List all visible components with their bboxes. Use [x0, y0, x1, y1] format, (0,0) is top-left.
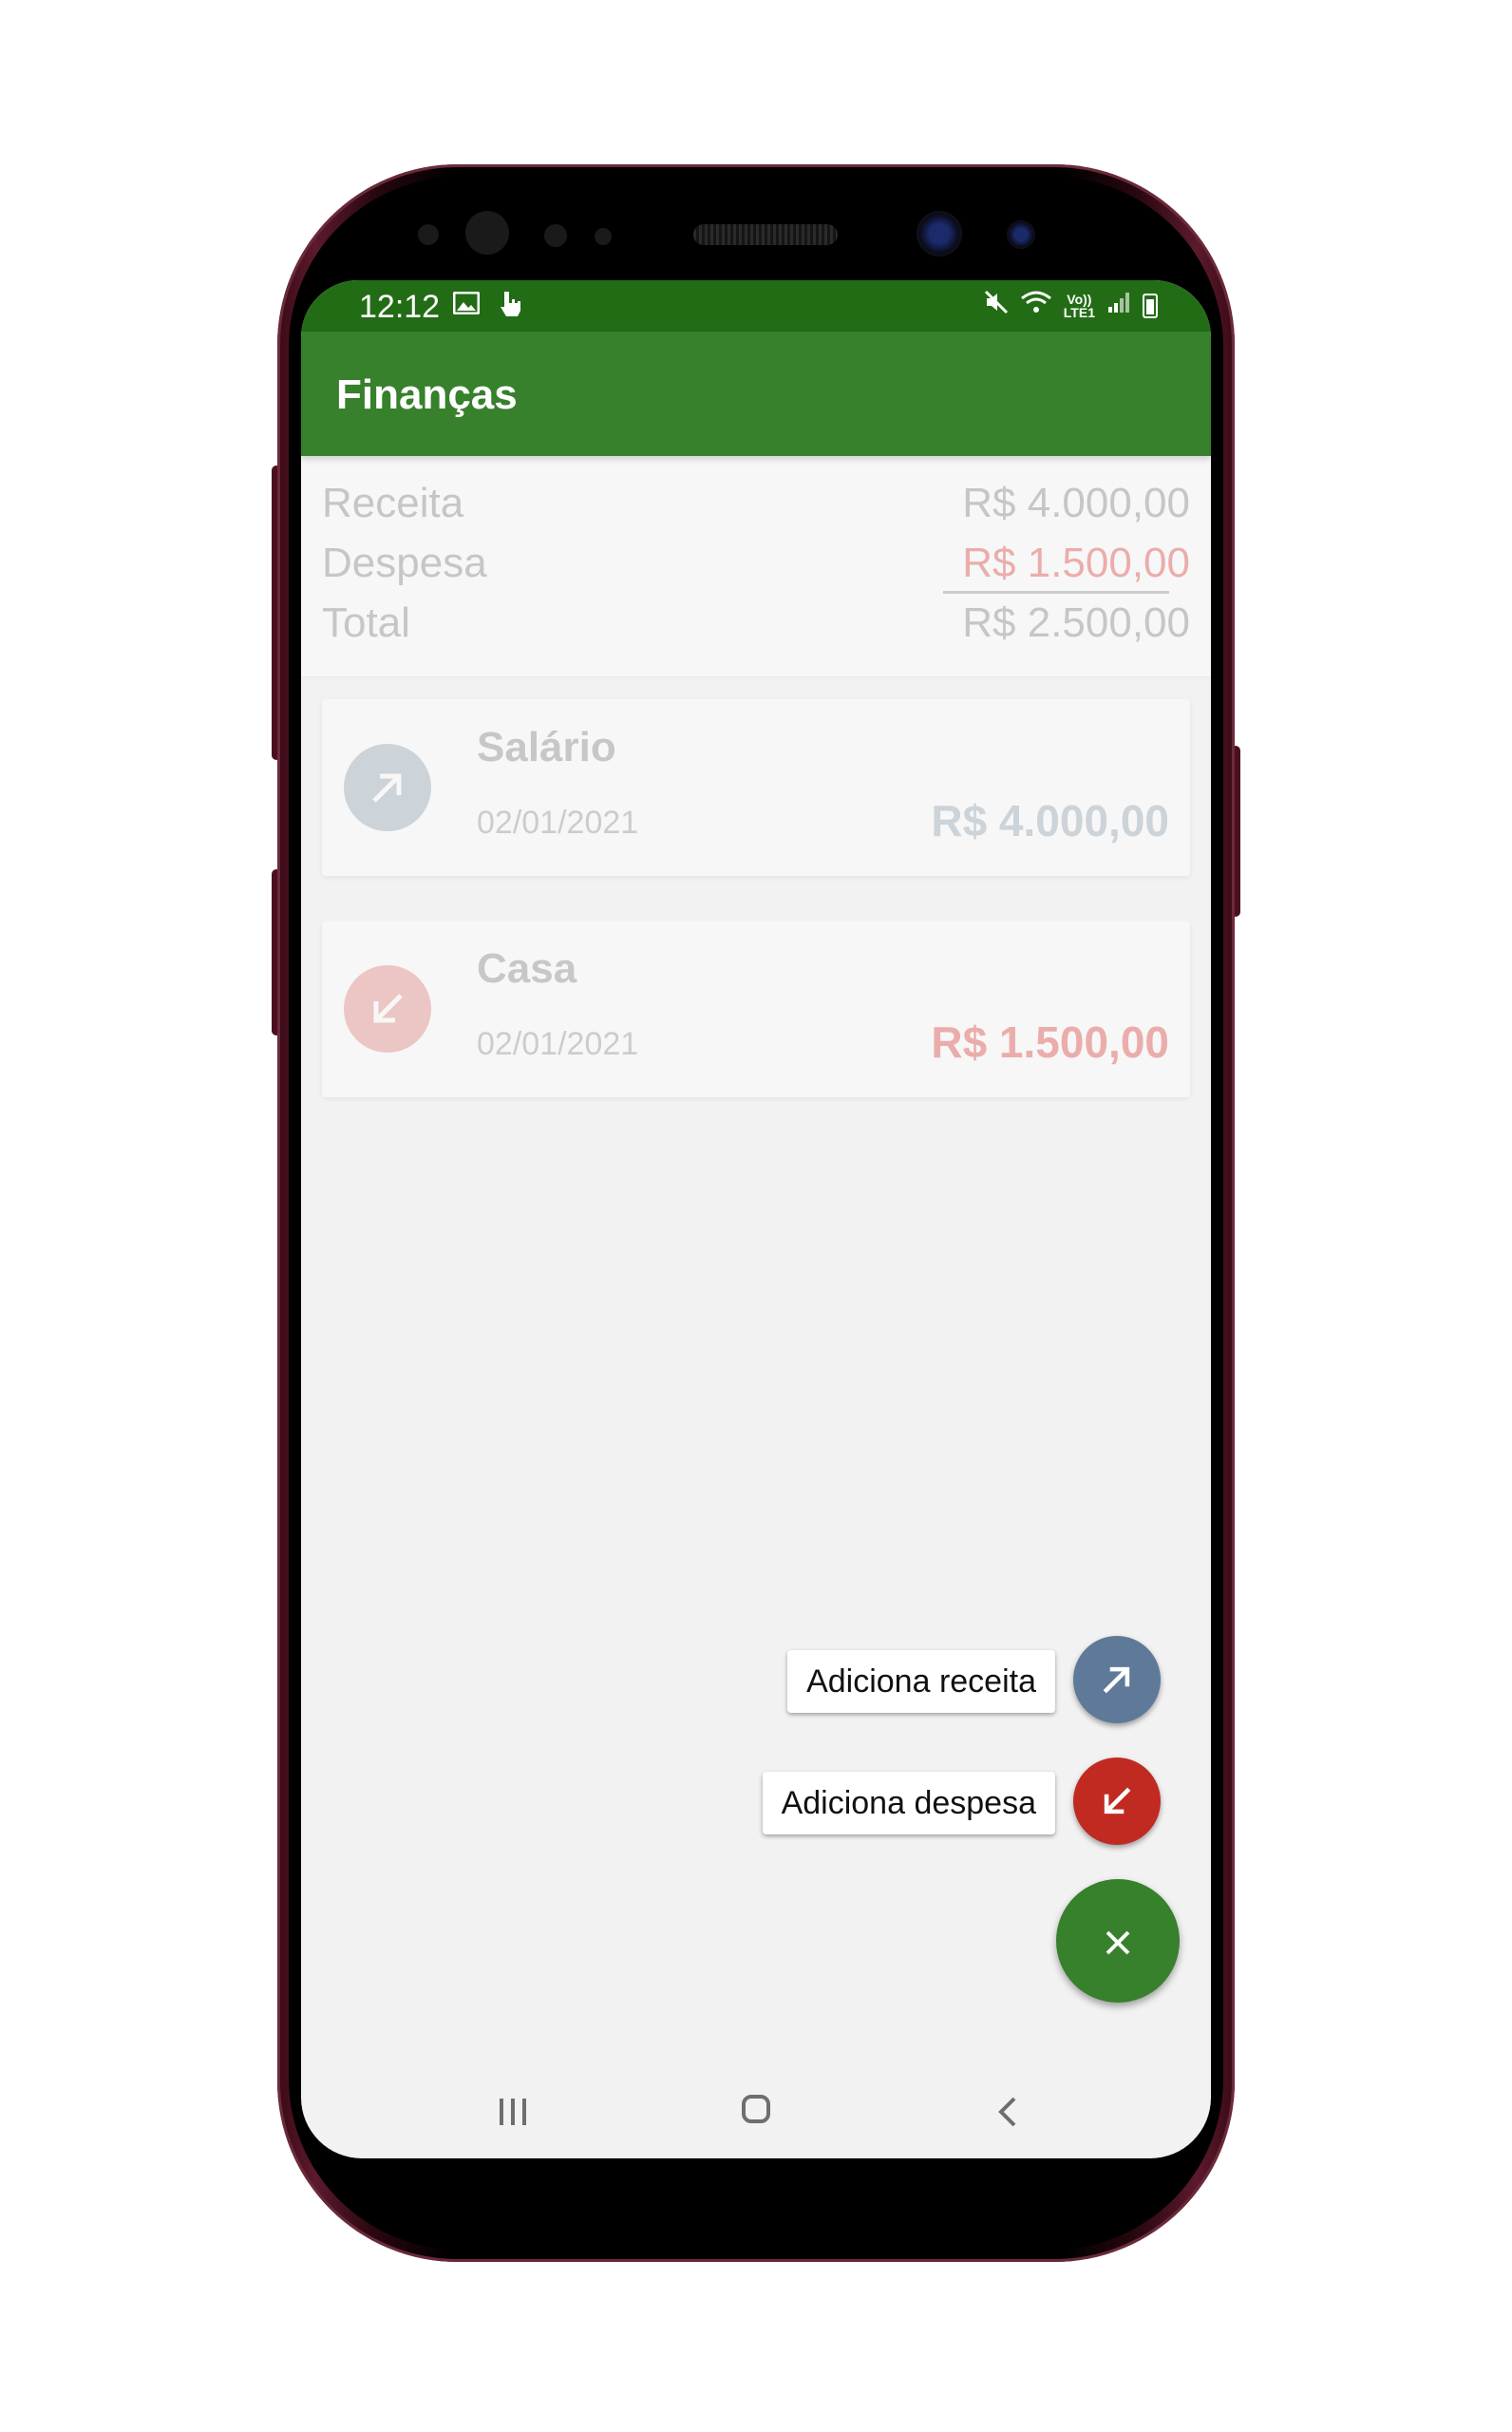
battery-icon — [1143, 294, 1158, 318]
touch-icon — [497, 290, 521, 326]
expense-value: R$ 1.500,00 — [962, 540, 1190, 586]
transaction-card-income[interactable]: Salário 02/01/2021 R$ 4.000,00 — [322, 699, 1190, 876]
add-income-button[interactable] — [1073, 1636, 1161, 1723]
led-sensor — [595, 228, 612, 245]
summary-expense-row: Despesa R$ 1.500,00 — [322, 535, 1190, 592]
home-button[interactable] — [728, 2085, 784, 2138]
income-label: Receita — [322, 480, 464, 526]
screen: 12:12 Vo)) LTE1 Finanças Receita R$ 4.00… — [301, 280, 1211, 2158]
recents-button[interactable] — [484, 2085, 541, 2138]
add-income-label[interactable]: Adiciona receita — [787, 1650, 1055, 1713]
transaction-date: 02/01/2021 — [477, 805, 639, 841]
transaction-amount: R$ 1.500,00 — [931, 1017, 1169, 1067]
fab-close-button[interactable] — [1056, 1879, 1180, 2003]
light-sensor — [544, 224, 567, 247]
transaction-date: 02/01/2021 — [477, 1026, 639, 1062]
mute-icon — [984, 290, 1009, 322]
image-icon — [452, 290, 481, 326]
summary-divider — [943, 591, 1169, 594]
income-value: R$ 4.000,00 — [962, 480, 1190, 526]
add-expense-label[interactable]: Adiciona despesa — [762, 1772, 1055, 1834]
volte-icon: Vo)) LTE1 — [1064, 293, 1095, 319]
status-time: 12:12 — [359, 289, 441, 325]
total-label: Total — [322, 599, 410, 646]
iris-sensor — [465, 211, 509, 255]
summary-panel: Receita R$ 4.000,00 Despesa R$ 1.500,00 … — [301, 456, 1211, 676]
back-button[interactable] — [980, 2085, 1037, 2138]
iris-camera — [1007, 220, 1035, 249]
app-title: Finanças — [336, 371, 518, 418]
front-camera — [917, 211, 962, 256]
arrow-down-left-icon — [344, 965, 431, 1053]
transaction-amount: R$ 4.000,00 — [931, 796, 1169, 846]
summary-total-row: Total R$ 2.500,00 — [322, 595, 1190, 652]
add-expense-button[interactable] — [1073, 1758, 1161, 1845]
status-left-icons — [452, 290, 521, 326]
summary-income-row: Receita R$ 4.000,00 — [322, 475, 1190, 532]
page: 12:12 Vo)) LTE1 Finanças Receita R$ 4.00… — [0, 0, 1512, 2432]
arrow-up-right-icon — [344, 744, 431, 831]
transaction-title: Casa — [477, 945, 577, 992]
earpiece-speaker — [693, 224, 838, 245]
status-right-icons: Vo)) LTE1 — [984, 290, 1158, 322]
home-icon — [742, 2095, 770, 2123]
expense-label: Despesa — [322, 540, 487, 586]
recents-icon — [500, 2099, 526, 2125]
transaction-title: Salário — [477, 724, 616, 770]
total-value: R$ 2.500,00 — [962, 599, 1190, 646]
lte-label: LTE1 — [1063, 305, 1095, 320]
close-icon — [1106, 1930, 1130, 1955]
status-bar: 12:12 Vo)) LTE1 — [301, 280, 1211, 332]
proximity-sensor — [418, 224, 439, 245]
navigation-bar — [301, 2066, 1211, 2158]
app-bar: Finanças — [301, 332, 1211, 456]
signal-icon — [1106, 290, 1131, 322]
wifi-icon — [1020, 290, 1052, 322]
back-icon — [998, 2097, 1016, 2127]
transaction-card-expense[interactable]: Casa 02/01/2021 R$ 1.500,00 — [322, 921, 1190, 1097]
arrow-down-left-icon — [1104, 1787, 1131, 1814]
arrow-up-right-icon — [1103, 1666, 1130, 1694]
